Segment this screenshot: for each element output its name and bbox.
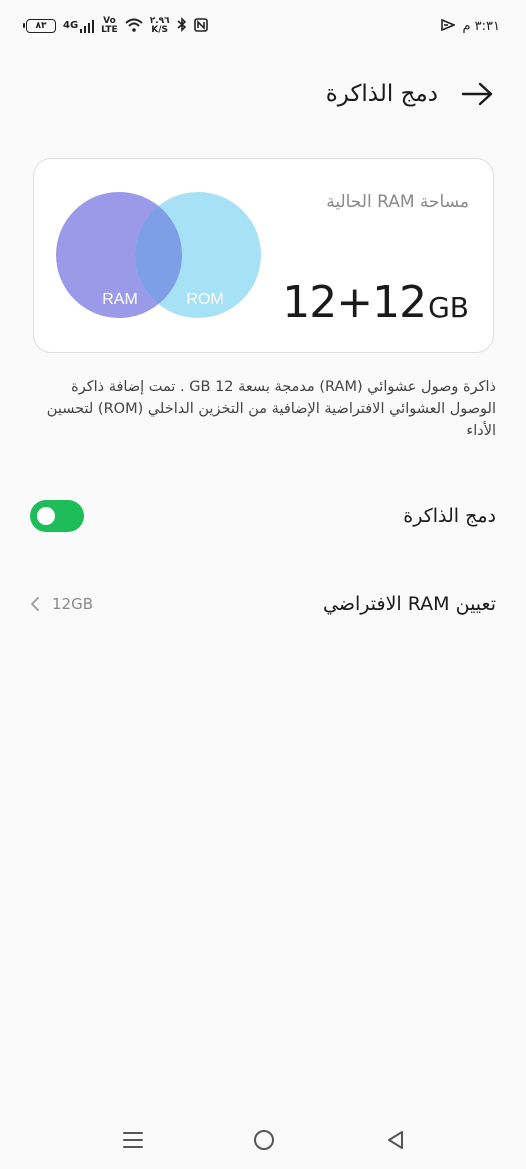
volte-icon: Vo LTE	[101, 17, 118, 35]
battery-icon: ٨٣	[23, 19, 56, 33]
virtual-ram-size: 12GB	[52, 595, 94, 613]
page-title: دمج الذاكرة	[325, 81, 438, 107]
memory-merge-row[interactable]: دمج الذاكرة	[30, 494, 496, 538]
battery-level: ٨٣	[35, 21, 47, 31]
ram-label: RAM	[102, 291, 138, 308]
signal-icon: 4G	[63, 19, 95, 33]
status-bar-left: ٨٣ 4G Vo LTE ٢.٩٦ K/S	[23, 17, 208, 35]
memory-merge-screen: ٨٣ 4G Vo LTE ٢.٩٦ K/S ٣:٣١ م دمج الذاكرة…	[0, 0, 526, 1169]
nav-back-button[interactable]	[382, 1127, 408, 1153]
network-speed: ٢.٩٦ K/S	[150, 17, 170, 35]
virtual-ram-value[interactable]: 12GB	[30, 595, 93, 613]
rom-label: ROM	[186, 291, 223, 308]
header: دمج الذاكرة	[0, 72, 526, 116]
bluetooth-icon	[177, 17, 187, 35]
capacity-unit: GB	[428, 291, 469, 324]
navigation-bar	[0, 1115, 526, 1165]
status-bar: ٨٣ 4G Vo LTE ٢.٩٦ K/S ٣:٣١ م	[0, 0, 526, 52]
home-icon	[254, 1130, 274, 1150]
speed-unit: K/S	[151, 25, 169, 35]
toggle-knob	[37, 507, 55, 525]
current-ram-label: مساحة RAM الحالية	[326, 192, 469, 212]
back-button[interactable]	[460, 77, 494, 111]
description-text: ذاكرة وصول عشوائي (RAM) مدمجة بسعة 12 GB…	[46, 379, 496, 439]
wifi-icon	[125, 18, 143, 35]
virtual-ram-row[interactable]: تعيين RAM الافتراضي 12GB	[30, 582, 496, 626]
notification-icon	[441, 18, 457, 34]
arrow-right-icon	[461, 82, 493, 106]
status-time: ٣:٣١ م	[462, 18, 500, 34]
capacity-value: 12+12	[282, 277, 427, 328]
chevron-left-icon	[31, 597, 39, 611]
menu-icon	[123, 1132, 143, 1148]
memory-merge-toggle[interactable]	[30, 500, 84, 532]
status-bar-right: ٣:٣١ م	[441, 18, 500, 34]
virtual-ram-label: تعيين RAM الافتراضي	[323, 593, 496, 615]
menu-button[interactable]	[120, 1127, 146, 1153]
network-type: 4G	[63, 19, 79, 31]
volte-bottom: LTE	[101, 25, 118, 35]
back-icon	[388, 1131, 403, 1149]
nfc-icon	[193, 17, 208, 35]
ram-capacity: 12+12 GB	[282, 277, 469, 328]
memory-merge-label: دمج الذاكرة	[403, 505, 496, 527]
ram-rom-venn-diagram: RAM ROM	[56, 192, 261, 318]
ram-info-card: RAM ROM مساحة RAM الحالية 12+12 GB	[33, 158, 494, 353]
home-button[interactable]	[251, 1127, 277, 1153]
